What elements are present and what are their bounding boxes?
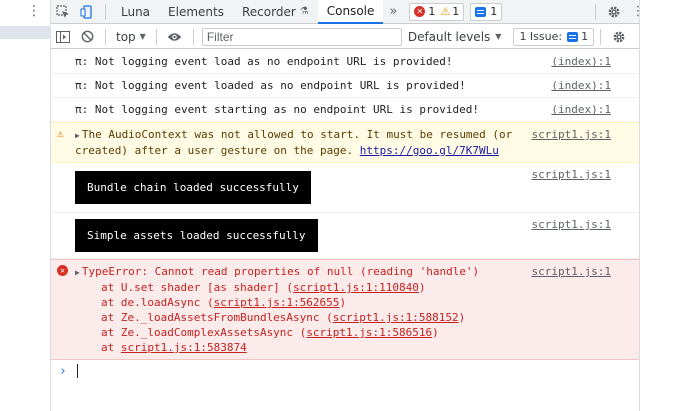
console-log-row: π: Not logging event loaded as no endpoi… [51,74,639,98]
warning-icon: ⚠ [440,5,451,18]
error-warning-counter[interactable]: ✕ 1 ⚠ 1 [409,2,465,21]
stack-link[interactable]: script1.js:1:110840 [293,281,419,294]
stack-link[interactable]: script1.js:1:562655 [214,296,340,309]
stack-frame: at script1.js:1:583874 [75,340,519,355]
source-link[interactable]: (index):1 [551,54,611,69]
page-gutter: ⋮ [0,0,51,411]
text-caret [76,364,78,378]
issues-count: 1 [581,30,589,43]
warning-count: 1 [452,5,460,18]
message-counter[interactable]: 1 [470,2,503,21]
styled-log-text: Simple assets loaded successfully [75,219,318,252]
dropdown-arrow-icon: ▼ [495,32,502,41]
source-link[interactable]: (index):1 [551,102,611,117]
levels-label: Default levels [407,29,491,44]
warning-icon: ⚠ [57,127,64,140]
stack-frame-text: at de.loadAsync ( [101,296,214,309]
error-icon: ✕ [414,6,426,17]
message-count: 1 [490,5,498,18]
log-levels-dropdown[interactable]: Default levels ▼ [408,30,502,44]
console-messages: π: Not logging event load as no endpoint… [51,50,639,382]
console-toolbar: top ▼ Default levels ▼ 1 Issue: 1 [51,25,639,49]
console-error-row: ✕ ▶ TypeError: Cannot read properties of … [51,259,639,360]
sidebar-toggle-icon[interactable] [51,25,75,49]
dropdown-arrow-icon: ▼ [139,32,146,41]
tab-label: Recorder [241,4,296,19]
message-icon [475,6,487,17]
device-toolbar-icon[interactable] [75,0,99,24]
stack-frame: at de.loadAsync (script1.js:1:562655) [75,295,519,310]
toolbar-separator [600,28,602,45]
console-styled-log-row: Simple assets loaded successfully script… [51,213,639,259]
stack-frame-text: ) [432,326,439,339]
warning-link[interactable]: https://goo.gl/7K7WLu [360,144,499,157]
tab-separator [595,3,596,20]
stack-frame-text: ) [458,311,466,324]
devtools-tab-bar: Luna Elements Recorder ⚗ Console » ✕ 1 ⚠ … [51,0,674,24]
page-right-area [639,0,674,411]
flask-icon: ⚗ [299,6,309,17]
source-link[interactable]: (index):1 [551,78,611,93]
stack-frame: at Ze._loadAssetsFromBundlesAsync (scrip… [75,310,519,325]
tab-label: Luna [121,4,151,19]
error-text: TypeError: Cannot read properties of nul… [81,265,480,278]
toolbar-separator [105,28,106,45]
context-selector[interactable]: top ▼ [112,30,150,44]
stack-link[interactable]: script1.js:1:586516 [306,326,432,339]
selected-row-highlight [0,26,51,39]
log-text: π: Not logging event starting as no endp… [75,103,479,116]
issues-label: 1 Issue: [519,30,563,43]
devtools-panel: Luna Elements Recorder ⚗ Console » ✕ 1 ⚠ … [51,0,674,411]
toolbar-separator [155,28,157,45]
tab-recorder[interactable]: Recorder ⚗ [233,0,318,24]
styled-log-text: Bundle chain loaded successfully [75,171,311,204]
tab-label: Console [326,3,375,18]
live-expression-eye-icon[interactable] [163,25,187,49]
console-warning-row: ⚠ ▶ The AudioContext was not allowed to s… [51,122,639,163]
console-styled-log-row: Bundle chain loaded successfully script1… [51,163,639,213]
toolbar-separator [192,28,194,45]
tab-separator [105,3,106,20]
kebab-menu-icon[interactable]: ⋮ [27,3,41,19]
error-icon: ✕ [57,265,68,276]
stack-frame-text: ) [418,281,426,294]
log-text: π: Not logging event loaded as no endpoi… [75,79,466,92]
expand-triangle-icon[interactable]: ▶ [75,268,80,277]
error-count: 1 [428,5,436,18]
stack-frame-text: at Ze._loadComplexAssetsAsync ( [101,326,307,339]
settings-gear-icon[interactable] [602,0,626,24]
log-text: π: Not logging event load as no endpoint… [75,55,453,68]
console-prompt[interactable]: › [51,360,639,382]
tab-label: Elements [168,4,224,19]
tab-luna[interactable]: Luna [112,0,159,24]
stack-frame: at U.set shader [as shader] (script1.js:… [75,280,519,295]
inspect-element-icon[interactable] [51,0,75,24]
stack-frame-text: at U.set shader [as shader] ( [101,281,294,294]
console-log-row: π: Not logging event load as no endpoint… [51,50,639,74]
error-message: ▶ TypeError: Cannot read properties of nu… [75,264,519,280]
console-log-row: π: Not logging event starting as no endp… [51,98,639,122]
source-link[interactable]: script1.js:1 [532,264,611,279]
stack-frame-text: ) [339,296,347,309]
expand-triangle-icon[interactable]: ▶ [75,131,80,140]
source-link[interactable]: script1.js:1 [532,127,611,142]
stack-frame-text: at Ze._loadAssetsFromBundlesAsync ( [101,311,333,324]
console-settings-gear-icon[interactable] [607,25,631,49]
stack-frame: at Ze._loadComplexAssetsAsync (script1.j… [75,325,519,340]
filter-input[interactable] [201,27,402,46]
source-link[interactable]: script1.js:1 [532,167,611,182]
prompt-chevron-icon: › [59,363,67,379]
stack-link[interactable]: script1.js:1:583874 [121,341,247,354]
source-link[interactable]: script1.js:1 [532,217,611,232]
stack-frame-text: at [101,341,121,354]
tab-elements[interactable]: Elements [159,0,233,24]
issue-message-icon [567,31,579,42]
clear-console-icon[interactable] [75,25,99,49]
context-value: top [116,29,136,44]
stack-link[interactable]: script1.js:1:588152 [333,311,459,324]
more-tabs-button[interactable]: » [383,4,403,19]
issues-button[interactable]: 1 Issue: 1 [513,27,595,46]
tab-console[interactable]: Console [317,0,384,24]
